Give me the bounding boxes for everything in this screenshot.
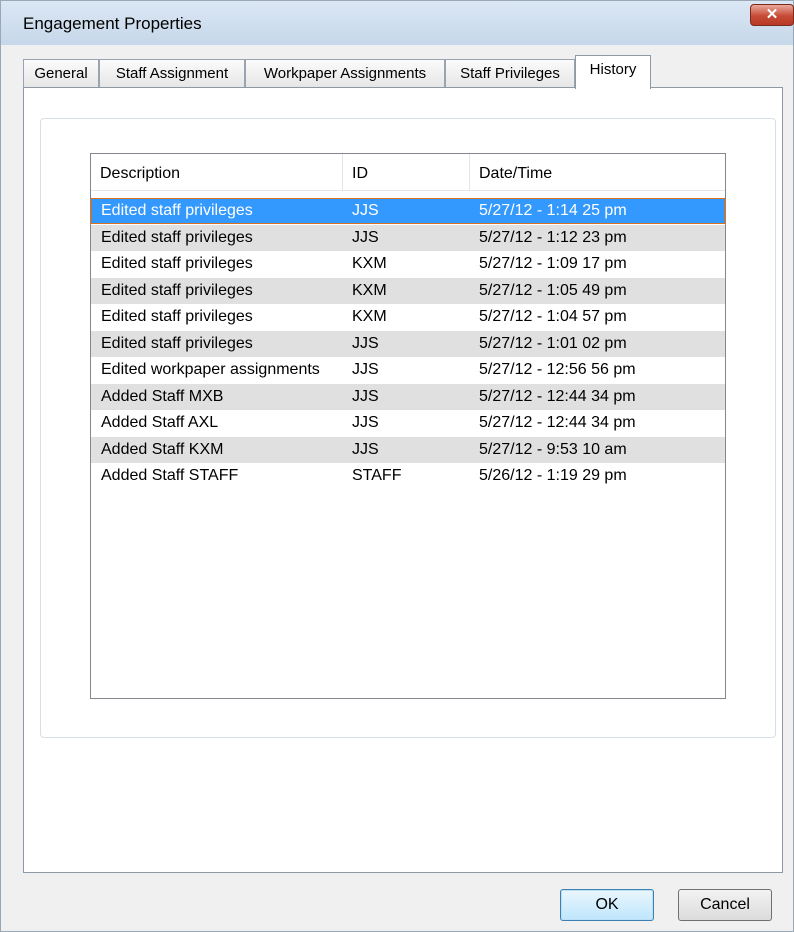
id-cell: JJS: [352, 387, 379, 405]
datetime-cell: 5/27/12 - 1:05 49 pm: [479, 281, 627, 299]
cancel-button[interactable]: Cancel: [678, 889, 772, 921]
description-cell: Edited staff privileges: [101, 202, 253, 219]
tab-general[interactable]: General: [23, 59, 99, 87]
id-cell: JJS: [352, 228, 379, 246]
description-cell: Edited staff privileges: [101, 228, 253, 246]
datetime-cell: 5/27/12 - 1:12 23 pm: [479, 228, 627, 246]
list-header: Description ID Date/Time: [91, 154, 725, 191]
datetime-cell: 5/27/12 - 9:53 10 am: [479, 440, 627, 458]
column-header-datetime[interactable]: Date/Time: [470, 154, 725, 190]
close-icon: ✕: [765, 6, 779, 23]
table-row[interactable]: Edited staff privileges JJS 5/27/12 - 1:14…: [91, 198, 725, 224]
column-header-id[interactable]: ID: [343, 154, 470, 190]
window-title: Engagement Properties: [23, 14, 202, 33]
description-cell: Added Staff KXM: [101, 440, 224, 458]
close-button[interactable]: ✕: [750, 4, 794, 26]
datetime-cell: 5/27/12 - 1:14 25 pm: [479, 202, 627, 219]
datetime-cell: 5/27/12 - 12:56 56 pm: [479, 361, 636, 378]
id-cell: KXM: [352, 255, 387, 272]
description-cell: Added Staff MXB: [101, 387, 224, 405]
tab-staff-assignment[interactable]: Staff Assignment: [99, 59, 245, 87]
id-cell: KXM: [352, 308, 387, 325]
datetime-cell: 5/27/12 - 1:01 02 pm: [479, 334, 627, 352]
table-row[interactable]: Edited staff privileges KXM 5/27/12 - 1:05…: [91, 277, 725, 304]
table-row[interactable]: Edited staff privileges JJS 5/27/12 - 1:01…: [91, 330, 725, 357]
table-row[interactable]: Added Staff STAFF STAFF 5/26/12 - 1:19 29 …: [91, 463, 725, 489]
datetime-cell: 5/27/12 - 12:44 34 pm: [479, 414, 636, 431]
description-cell: Edited staff privileges: [101, 334, 253, 352]
datetime-cell: 5/27/12 - 1:04 57 pm: [479, 308, 627, 325]
tab-history[interactable]: History: [575, 55, 651, 89]
id-cell: JJS: [352, 361, 379, 378]
description-cell: Added Staff AXL: [101, 414, 219, 431]
datetime-cell: 5/26/12 - 1:19 29 pm: [479, 467, 627, 484]
table-row[interactable]: Edited staff privileges KXM 5/27/12 - 1:09…: [91, 251, 725, 277]
table-row[interactable]: Added Staff MXB JJS 5/27/12 - 12:44 34 pm: [91, 383, 725, 410]
description-cell: Edited staff privileges: [101, 281, 253, 299]
title-bar[interactable]: Engagement Properties ✕: [1, 1, 794, 45]
datetime-cell: 5/27/12 - 12:44 34 pm: [479, 387, 636, 405]
id-cell: JJS: [352, 414, 379, 431]
id-cell: STAFF: [352, 467, 402, 484]
column-header-description[interactable]: Description: [91, 154, 343, 190]
id-cell: KXM: [352, 281, 387, 299]
description-cell: Edited staff privileges: [101, 255, 253, 272]
table-row[interactable]: Edited staff privileges KXM 5/27/12 - 1:04…: [91, 304, 725, 330]
history-list[interactable]: Description ID Date/Time Edited staff pr…: [90, 153, 726, 699]
tab-staff-privileges[interactable]: Staff Privileges: [445, 59, 575, 87]
table-row[interactable]: Edited workpaper assignments JJS 5/27/12 -…: [91, 357, 725, 383]
datetime-cell: 5/27/12 - 1:09 17 pm: [479, 255, 627, 272]
description-cell: Edited staff privileges: [101, 308, 253, 325]
description-cell: Edited workpaper assignments: [101, 361, 320, 378]
id-cell: JJS: [352, 202, 379, 219]
table-row[interactable]: Edited staff privileges JJS 5/27/12 - 1:12…: [91, 224, 725, 251]
ok-button[interactable]: OK: [560, 889, 654, 921]
tab-workpaper-assignments[interactable]: Workpaper Assignments: [245, 59, 445, 87]
engagement-properties-dialog: Engagement Properties ✕ General Staff As…: [0, 0, 794, 932]
table-row[interactable]: Added Staff AXL JJS 5/27/12 - 12:44 34 pm: [91, 410, 725, 436]
id-cell: JJS: [352, 334, 379, 352]
id-cell: JJS: [352, 440, 379, 458]
table-row[interactable]: Added Staff KXM JJS 5/27/12 - 9:53 10 am: [91, 436, 725, 463]
description-cell: Added Staff STAFF: [101, 467, 239, 484]
